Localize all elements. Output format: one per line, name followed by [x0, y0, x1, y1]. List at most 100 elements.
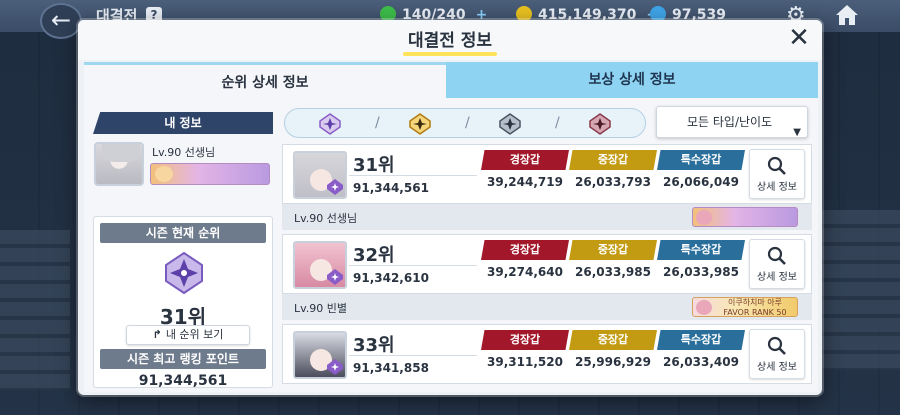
tab-content: 내 정보 Lv.90 선생님 시즌 현재 순위 31위 ↱ 내 순위 보기 시즌 … — [84, 98, 818, 392]
close-button[interactable]: ✕ — [786, 25, 812, 51]
rank-number: 31위 — [353, 155, 395, 176]
ranking-row-main: 33위 91,341,858 경장갑 39,311,520 중장갑 25,996… — [282, 324, 812, 384]
tab-reward-details[interactable]: 보상 상세 정보 — [446, 62, 818, 98]
purple-emblem-icon — [327, 269, 343, 285]
search-icon — [767, 246, 786, 265]
maroon-emblem-icon[interactable] — [589, 113, 611, 135]
purple-emblem-icon — [327, 179, 343, 195]
gray-emblem-icon[interactable] — [499, 113, 521, 135]
player-badge: 이쿠하치마 아루 FAVOR RANK 50 — [692, 297, 798, 317]
detail-button[interactable]: 상세 정보 — [749, 329, 805, 379]
rank-emblem-icon — [165, 251, 203, 295]
detail-button-label: 상세 정보 — [757, 182, 797, 193]
arrow-return-icon: ↱ — [152, 328, 162, 341]
ranking-list[interactable]: 31위 91,344,561 경장갑 39,244,719 중장갑 26,033… — [282, 144, 812, 392]
ranking-row-main: 32위 91,342,610 경장갑 39,274,640 중장갑 26,033… — [282, 234, 812, 294]
player-badge — [692, 207, 798, 227]
modal-header: 대결전 정보 ✕ — [78, 20, 822, 60]
search-icon — [767, 336, 786, 355]
best-points-value: 91,344,561 — [138, 373, 228, 389]
filter-separator: / — [375, 115, 380, 131]
ranking-row: 31위 91,344,561 경장갑 39,244,719 중장갑 26,033… — [282, 144, 812, 232]
light-armor-value: 39,274,640 — [487, 265, 563, 279]
tab-bar: 순위 상세 정보 보상 상세 정보 — [84, 62, 818, 98]
rank-number: 32위 — [353, 245, 395, 266]
background-shelf-right — [820, 210, 900, 370]
special-armor-label: 특수장갑 — [657, 330, 745, 350]
my-info-header: 내 정보 — [93, 112, 273, 134]
home-icon[interactable] — [834, 3, 860, 33]
rank-points: 91,344,561 — [353, 181, 429, 195]
back-button[interactable]: ← — [40, 3, 82, 39]
dropdown-label: 모든 타입/난이도 — [687, 115, 773, 129]
light-armor-stat: 경장갑 39,244,719 — [481, 150, 569, 196]
special-armor-value: 26,066,049 — [663, 175, 739, 189]
ranking-row: 33위 91,341,858 경장갑 39,311,520 중장갑 25,996… — [282, 324, 812, 392]
heavy-armor-stat: 중장갑 26,033,985 — [569, 240, 657, 286]
purple-emblem-icon — [327, 359, 343, 375]
light-armor-stat: 경장갑 39,311,520 — [481, 330, 569, 376]
heavy-armor-value: 26,033,793 — [575, 175, 651, 189]
special-armor-value: 26,033,985 — [663, 265, 739, 279]
filter-separator: / — [465, 115, 470, 131]
detail-button[interactable]: 상세 정보 — [749, 149, 805, 199]
my-avatar — [94, 142, 144, 186]
modal-title: 대결전 정보 — [407, 31, 493, 51]
title-underline — [403, 52, 497, 56]
divider — [349, 175, 477, 176]
heavy-armor-label: 중장갑 — [569, 330, 657, 350]
arrow-left-icon: ← — [50, 6, 72, 34]
purple-emblem-icon[interactable] — [319, 113, 341, 135]
special-armor-stat: 특수장갑 26,066,049 — [657, 150, 745, 196]
my-rank-button[interactable]: ↱ 내 순위 보기 — [126, 325, 250, 345]
special-armor-stat: 특수장갑 26,033,985 — [657, 240, 745, 286]
my-rank-button-label: 내 순위 보기 — [165, 328, 224, 341]
divider — [349, 355, 477, 356]
rank-points: 91,341,858 — [353, 361, 429, 375]
ranking-row: 32위 91,342,610 경장갑 39,274,640 중장갑 26,033… — [282, 234, 812, 322]
heavy-armor-value: 26,033,985 — [575, 265, 651, 279]
player-name: Lv.90 선생님 — [294, 212, 358, 225]
light-armor-stat: 경장갑 39,274,640 — [481, 240, 569, 286]
avatar — [293, 331, 347, 379]
filter-separator: / — [555, 115, 560, 131]
close-icon: ✕ — [788, 23, 810, 53]
raid-info-modal: 대결전 정보 ✕ 순위 상세 정보 보상 상세 정보 내 정보 Lv.90 선생… — [78, 20, 822, 395]
light-armor-label: 경장갑 — [481, 150, 569, 170]
ranking-row-footer: Lv.90 선생님 — [282, 204, 812, 230]
divider — [349, 265, 477, 266]
special-armor-value: 26,033,409 — [663, 355, 739, 369]
my-level-name: Lv.90 선생님 — [152, 146, 216, 159]
detail-button-label: 상세 정보 — [757, 272, 797, 283]
ranking-row-main: 31위 91,344,561 경장갑 39,244,719 중장갑 26,033… — [282, 144, 812, 204]
detail-button-label: 상세 정보 — [757, 362, 797, 373]
heavy-armor-stat: 중장갑 25,996,929 — [569, 330, 657, 376]
light-armor-value: 39,244,719 — [487, 175, 563, 189]
heavy-armor-label: 중장갑 — [569, 240, 657, 260]
detail-button[interactable]: 상세 정보 — [749, 239, 805, 289]
search-icon — [767, 156, 786, 175]
special-armor-stat: 특수장갑 26,033,409 — [657, 330, 745, 376]
type-difficulty-dropdown[interactable]: 모든 타입/난이도 ▼ — [656, 106, 808, 138]
light-armor-value: 39,311,520 — [487, 355, 563, 369]
heavy-armor-stat: 중장갑 26,033,793 — [569, 150, 657, 196]
rank-number: 33위 — [353, 335, 395, 356]
player-name: Lv.90 빈별 — [294, 302, 348, 315]
tab-ranking-details[interactable]: 순위 상세 정보 — [84, 62, 446, 98]
season-rank-label: 시즌 현재 순위 — [100, 223, 266, 243]
special-armor-label: 특수장갑 — [657, 150, 745, 170]
background-shelf-left — [0, 230, 70, 390]
player-badge-text: 이쿠하치마 아루 FAVOR RANK 50 — [723, 298, 787, 317]
avatar — [293, 151, 347, 199]
season-rank-panel: 시즌 현재 순위 31위 ↱ 내 순위 보기 시즌 최고 랭킹 포인트 91,34… — [93, 216, 273, 389]
best-points-label: 시즌 최고 랭킹 포인트 — [100, 349, 266, 369]
light-armor-label: 경장갑 — [481, 330, 569, 350]
gold-emblem-icon[interactable] — [409, 113, 431, 135]
special-armor-label: 특수장갑 — [657, 240, 745, 260]
heavy-armor-value: 25,996,929 — [575, 355, 651, 369]
heavy-armor-label: 중장갑 — [569, 150, 657, 170]
ranking-row-footer: Lv.90 빈별 이쿠하치마 아루 FAVOR RANK 50 — [282, 294, 812, 320]
my-profile-badge — [150, 163, 270, 185]
type-filter-bar: / / / — [284, 108, 646, 138]
rank-points: 91,342,610 — [353, 271, 429, 285]
